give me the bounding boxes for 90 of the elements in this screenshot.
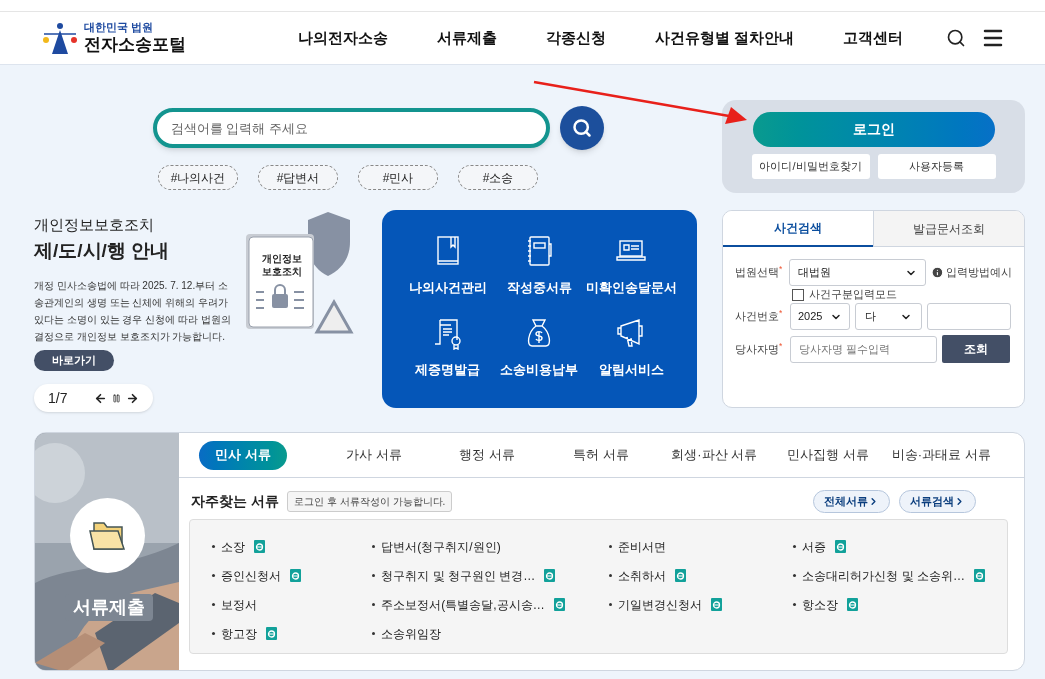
document-tab[interactable]: 민사 서류 [199,440,287,470]
quick-menu-item[interactable]: 작성중서류 [493,234,586,316]
case-number-label: 사건번호$^{*}$ [735,308,784,325]
case-tab[interactable]: 발급문서조회 [873,211,1024,247]
search-button[interactable] [559,106,604,150]
help-link[interactable]: 입력방법예시 [946,264,1012,281]
nav-link[interactable]: 나의전자소송 [298,26,388,50]
nav-link[interactable]: 각종신청 [546,26,606,50]
logo-subtitle: 대한민국 법원 [84,20,155,35]
bullet-icon [372,603,376,606]
bullet-icon [212,632,216,635]
search-icon[interactable] [946,28,966,48]
document-link[interactable]: 기일변경신청서 [618,595,703,614]
document-link[interactable]: 증인신청서 [221,566,282,585]
document-link[interactable]: 항고장 [221,624,258,643]
bullet-icon [372,574,376,577]
document-link[interactable]: 서증 [802,537,827,556]
case-number-field[interactable] [927,303,1011,330]
go-button[interactable]: 바로가기 [34,350,114,371]
next-icon[interactable] [126,391,139,405]
lookup-button[interactable]: 조회 [942,335,1010,363]
promo-description: 개정 민사소송법에 따라 2025. 7. 12.부터 소송관계인의 생명 또는 신체에 위해의 우려가 있다는 소명이 있는 경우 신청에 따라 법원의 결정으로 개인정보 보호조치가 가능합니다. [34,279,232,344]
case-tab[interactable]: 사건검색 [723,211,873,247]
quick-menu-item[interactable]: 나의사건관리 [402,234,494,316]
document-link-button[interactable]: 전체서류 [813,489,890,513]
document-link[interactable]: 보정서 [221,595,258,614]
nav-link[interactable]: 사건유형별 절차안내 [655,26,795,50]
document-label: 개인정보 보호조치 [261,252,303,278]
document-tab[interactable]: 회생·파산 서류 [657,445,771,465]
promo-subtitle: 개인정보보호조치 [34,215,155,235]
document-link[interactable]: 항소장 [802,595,839,614]
login-button[interactable]: 로그인 [752,112,995,147]
document-tab[interactable]: 가사 서류 [316,445,431,465]
bullet-icon [609,545,613,548]
quick-menu-item[interactable]: 제증명발급 [402,316,494,398]
document-link[interactable]: 주소보정서(특별송달,공시송… [381,595,545,614]
account-link[interactable]: 아이디/비밀번호찾기 [751,154,870,179]
search-icon [571,118,592,138]
bullet-icon [793,574,797,577]
party-name-field[interactable]: 당사자명 필수입력 [790,335,937,363]
document-link[interactable]: 소취하서 [618,566,667,585]
document-link[interactable]: 소장 [221,537,246,556]
bullet-icon [609,603,613,606]
promo-title: 제/도/시/행 안내 [34,238,170,263]
section-title: 자주찾는 서류 [191,491,280,511]
court-label: 법원선택$^{*}$ [735,264,784,281]
quick-menu-item[interactable]: 미확인송달문서 [585,234,677,316]
document-link[interactable]: 소송대리허가신청 및 소송위… [802,566,965,585]
quick-menu-item[interactable]: 알림서비스 [585,316,677,398]
document-tab[interactable]: 행정 서류 [430,445,544,465]
bullet-icon [372,545,376,548]
court-select[interactable]: 대법원 [789,259,927,286]
document-link[interactable]: 소송위임장 [381,624,442,643]
mode-checkbox[interactable] [792,288,804,301]
document-link[interactable]: 청구취지 및 청구원인 변경… [381,566,536,585]
year-select[interactable]: 2025 [790,303,850,330]
document-link[interactable]: 준비서면 [618,537,667,556]
hashtag-chip[interactable]: #나의사건 [158,165,238,190]
logo-title: 전자소송포털 [84,34,186,56]
document-link[interactable]: 답변서(청구취지/원인) [381,537,501,556]
bullet-icon [793,545,797,548]
court-logo-icon [40,20,80,56]
case-type-select[interactable]: 다 [855,303,922,330]
search-field[interactable]: 검색어를 입력해 주세요 [152,108,550,148]
hashtag-chip[interactable]: #민사 [358,165,438,190]
account-link[interactable]: 사용자등록 [877,154,996,179]
login-notice: 로그인 후 서류작성이 가능합니다. [287,490,453,512]
page-counter: 1/7 [48,388,68,408]
document-tab[interactable]: 민사집행 서류 [771,445,885,465]
bullet-icon [212,574,216,577]
previous-icon[interactable] [94,391,107,405]
bullet-icon [212,545,216,548]
nav-link[interactable]: 고객센터 [843,26,904,50]
hashtag-chip[interactable]: #답변서 [258,165,338,190]
bullet-icon [372,632,376,635]
nav-link[interactable]: 서류제출 [437,26,497,50]
bullet-icon [212,603,216,606]
document-tab[interactable]: 비송·과태료 서류 [884,445,999,465]
bullet-icon [793,603,797,606]
chevron-right-icon [868,495,879,507]
party-name-label: 당사자명$^{*}$ [735,340,784,357]
bullet-icon [609,574,613,577]
document-link-button[interactable]: 서류검색 [899,489,976,513]
quick-menu-item[interactable]: 소송비용납부 [493,316,586,398]
chevron-right-icon [954,495,965,507]
pause-icon[interactable] [112,393,121,403]
document-tab[interactable]: 특허 서류 [544,445,658,465]
mode-label: 사건구분입력모드 [809,287,897,303]
hashtag-chip[interactable]: #소송 [458,165,538,190]
info-icon [931,266,944,279]
